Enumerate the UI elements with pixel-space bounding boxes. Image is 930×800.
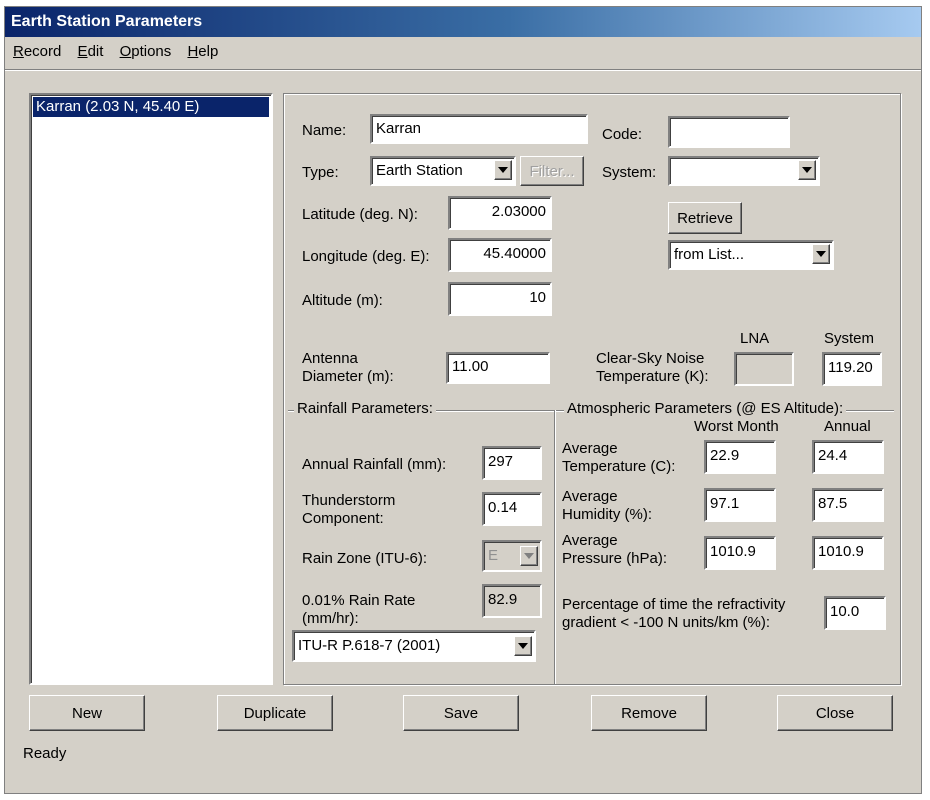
thunderstorm-label-line2: Component:: [302, 510, 384, 527]
name-label: Name:: [302, 122, 347, 139]
status-text: Ready: [23, 745, 67, 762]
pressure-worst-input[interactable]: 1010.9: [704, 536, 776, 570]
rain-model-select[interactable]: ITU-R P.618-7 (2001): [292, 630, 536, 662]
menu-bar: Record Edit Options Help: [5, 37, 921, 67]
type-select[interactable]: Earth Station: [370, 156, 516, 186]
noise-lna-input: [734, 352, 794, 386]
group-vertical-divider: [554, 410, 555, 684]
humidity-annual-input[interactable]: 87.5: [812, 488, 884, 522]
chevron-down-icon: [816, 251, 826, 257]
rain-rate-output: 82.9: [482, 584, 542, 618]
filter-button[interactable]: Filter...: [520, 156, 584, 186]
menu-help[interactable]: Help: [187, 37, 218, 67]
temperature-label-line2: Temperature (C):: [562, 458, 676, 475]
atmospheric-group-title: Atmospheric Parameters (@ ES Altitude):: [564, 400, 847, 417]
system-dropdown-button[interactable]: [798, 160, 816, 180]
annual-header: Annual: [824, 418, 871, 435]
system-label: System:: [602, 164, 657, 181]
antenna-diameter-label-line2: Diameter (m):: [302, 368, 394, 385]
temperature-label-line1: Average: [562, 440, 618, 457]
altitude-input[interactable]: 10: [448, 282, 552, 316]
type-label: Type:: [302, 164, 339, 181]
type-select-value: Earth Station: [376, 162, 463, 179]
retrieve-source-select[interactable]: from List...: [668, 240, 834, 270]
humidity-label-line1: Average: [562, 488, 618, 505]
parameters-panel: Name: Karran Code: Type: Earth Station F…: [283, 93, 901, 685]
pressure-label-line2: Pressure (hPa):: [562, 550, 668, 567]
system-select[interactable]: [668, 156, 820, 186]
code-label: Code:: [602, 126, 643, 143]
refractivity-label-line1: Percentage of time the refractivity: [562, 596, 786, 613]
rain-rate-label-line1: 0.01% Rain Rate: [302, 592, 416, 609]
pressure-label-line1: Average: [562, 532, 618, 549]
rain-model-dropdown-button[interactable]: [514, 636, 532, 656]
retrieve-source-dropdown-button[interactable]: [812, 244, 830, 264]
thunderstorm-label-line1: Thunderstorm: [302, 492, 396, 509]
save-button[interactable]: Save: [403, 695, 519, 731]
code-input[interactable]: [668, 116, 790, 148]
menu-divider: [5, 69, 921, 71]
rain-zone-value: E: [488, 547, 499, 564]
noise-temperature-label-line1: Clear-Sky Noise: [596, 350, 705, 367]
new-button[interactable]: New: [29, 695, 145, 731]
latitude-label: Latitude (deg. N):: [302, 206, 418, 223]
earth-station-window: Earth Station Parameters Record Edit Opt…: [4, 6, 922, 794]
rain-rate-label-line2: (mm/hr):: [302, 610, 359, 627]
chevron-down-icon: [498, 167, 508, 173]
noise-system-header: System: [824, 330, 875, 347]
annual-rainfall-label: Annual Rainfall (mm):: [302, 456, 447, 473]
noise-temperature-label-line2: Temperature (K):: [596, 368, 709, 385]
rain-model-value: ITU-R P.618-7 (2001): [298, 637, 441, 654]
rain-zone-select: E: [482, 540, 542, 572]
chevron-down-icon: [518, 643, 528, 649]
rainfall-group-title: Rainfall Parameters:: [294, 400, 436, 417]
menu-options[interactable]: Options: [120, 37, 172, 67]
longitude-input[interactable]: 45.40000: [448, 238, 552, 272]
retrieve-button[interactable]: Retrieve: [668, 202, 742, 234]
menu-edit[interactable]: Edit: [78, 37, 104, 67]
chevron-down-icon: [802, 167, 812, 173]
station-listbox[interactable]: Karran (2.03 N, 45.40 E): [29, 93, 273, 685]
rain-zone-dropdown-button: [520, 546, 538, 566]
close-button[interactable]: Close: [777, 695, 893, 731]
thunderstorm-input[interactable]: 0.14: [482, 492, 542, 526]
altitude-label: Altitude (m):: [302, 292, 383, 309]
chevron-down-icon: [524, 553, 534, 559]
noise-system-input[interactable]: 119.20: [822, 352, 882, 386]
menu-record[interactable]: Record: [13, 37, 61, 67]
temperature-worst-input[interactable]: 22.9: [704, 440, 776, 474]
duplicate-button[interactable]: Duplicate: [217, 695, 333, 731]
station-list-item-karran[interactable]: Karran (2.03 N, 45.40 E): [33, 97, 269, 117]
noise-lna-header: LNA: [740, 330, 770, 347]
temperature-annual-input[interactable]: 24.4: [812, 440, 884, 474]
worst-month-header: Worst Month: [694, 418, 779, 435]
longitude-label: Longitude (deg. E):: [302, 248, 430, 265]
refractivity-input[interactable]: 10.0: [824, 596, 886, 630]
remove-button[interactable]: Remove: [591, 695, 707, 731]
name-input[interactable]: Karran: [370, 114, 588, 144]
window-title: Earth Station Parameters: [5, 7, 921, 37]
rain-zone-label: Rain Zone (ITU-6):: [302, 550, 428, 567]
antenna-diameter-input[interactable]: 11.00: [446, 352, 550, 384]
antenna-diameter-label-line1: Antenna: [302, 350, 358, 367]
annual-rainfall-input[interactable]: 297: [482, 446, 542, 480]
pressure-annual-input[interactable]: 1010.9: [812, 536, 884, 570]
retrieve-source-value: from List...: [674, 246, 745, 263]
refractivity-label-line2: gradient < -100 N units/km (%):: [562, 614, 771, 631]
humidity-label-line2: Humidity (%):: [562, 506, 653, 523]
type-dropdown-button[interactable]: [494, 160, 512, 180]
humidity-worst-input[interactable]: 97.1: [704, 488, 776, 522]
latitude-input[interactable]: 2.03000: [448, 196, 552, 230]
